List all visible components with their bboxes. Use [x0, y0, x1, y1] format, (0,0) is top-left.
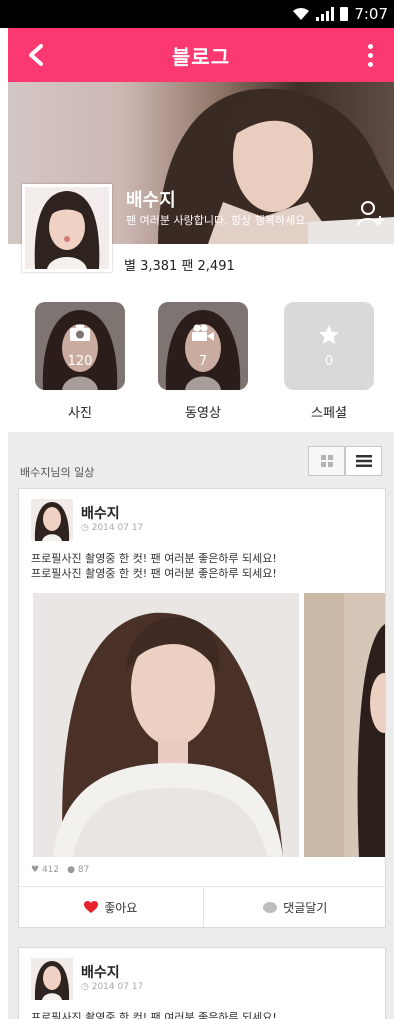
post-text: 프로필사진 촬영중 한 컷! 팬 여러분 좋은하루 되세요!: [31, 1011, 277, 1019]
signal-icon: [316, 7, 335, 21]
star-icon: [319, 325, 339, 344]
status-time: 7:07: [354, 5, 388, 23]
special-label: 스페셜: [311, 406, 347, 421]
post-text: 프로필사진 촬영중 한 컷! 팬 여러분 좋은하루 되세요! 프로필사진 촬영중…: [31, 552, 277, 580]
feed-section: 배수지님의 일상 배수지 ◷ 2014 07 17 프로필사진 촬영중 한 컷!…: [8, 432, 394, 1019]
comments-count: ● 87: [67, 865, 90, 875]
post-avatar[interactable]: [31, 499, 73, 541]
post-date: ◷ 2014 07 17: [81, 982, 144, 992]
status-bar: 7:07: [0, 0, 394, 28]
post-author: 배수지: [81, 965, 120, 981]
post-meta: ♥ 412 ● 87: [31, 865, 89, 875]
add-friend-icon[interactable]: [356, 198, 386, 228]
profile-name: 배수지: [126, 190, 176, 211]
back-button[interactable]: [18, 36, 56, 74]
photos-count: 120: [67, 354, 93, 369]
videos-count: 7: [198, 354, 208, 369]
list-icon: [355, 455, 372, 467]
video-camera-icon: [192, 324, 214, 341]
post-avatar[interactable]: [31, 958, 73, 1000]
post-card: 배수지 ◷ 2014 07 17 프로필사진 촬영중 한 컷! 팬 여러분 좋은…: [18, 488, 386, 928]
more-options-button[interactable]: [356, 36, 384, 74]
app-bar: 블로그: [8, 28, 394, 82]
photos-label: 사진: [68, 406, 92, 421]
clock-icon: ◷: [81, 982, 89, 992]
avatar: [25, 187, 109, 269]
special-count: 0: [324, 354, 334, 369]
videos-tile-thumbnail: [158, 302, 248, 390]
heart-icon: [84, 901, 99, 913]
photos-tile-thumbnail: [35, 302, 125, 390]
post-image[interactable]: [33, 593, 299, 857]
clock-icon: ◷: [81, 523, 89, 533]
heart-icon: ♥: [31, 865, 40, 875]
grid-view-button[interactable]: [308, 446, 345, 476]
list-view-button[interactable]: [345, 446, 382, 476]
chevron-left-icon: [29, 44, 43, 66]
comment-button[interactable]: 댓글달기: [202, 887, 386, 927]
grid-icon: [320, 455, 333, 467]
speech-bubble-icon: [263, 901, 278, 913]
post-date: ◷ 2014 07 17: [81, 523, 144, 533]
like-button[interactable]: 좋아요: [19, 887, 203, 927]
more-vertical-icon: [367, 43, 373, 49]
profile-description: 팬 여러분 사랑합니다. 항상 행복하세요.: [126, 214, 309, 227]
wifi-icon: [293, 7, 310, 20]
feed-title: 배수지님의 일상: [20, 466, 95, 479]
avatar: [31, 499, 73, 541]
profile-photo[interactable]: [22, 184, 112, 272]
photos-tile[interactable]: 120: [35, 302, 125, 390]
post-card: 배수지 ◷ 2014 07 17 프로필사진 촬영중 한 컷! 팬 여러분 좋은…: [18, 947, 386, 1019]
post-author: 배수지: [81, 506, 120, 522]
post-action-bar: 좋아요 댓글달기: [19, 886, 386, 927]
battery-icon: [340, 7, 349, 21]
special-tile[interactable]: 0: [284, 302, 374, 390]
speech-bubble-icon: ●: [67, 865, 75, 875]
page-title: 블로그: [171, 44, 231, 69]
likes-count: ♥ 412: [31, 865, 60, 875]
post-image-next[interactable]: [304, 593, 385, 857]
videos-label: 동영상: [185, 406, 221, 421]
avatar: [31, 958, 73, 1000]
profile-stats: 별 3,381 팬 2,491: [124, 259, 235, 274]
view-toggle: [308, 446, 382, 476]
videos-tile[interactable]: 7: [158, 302, 248, 390]
camera-icon: [70, 325, 90, 341]
